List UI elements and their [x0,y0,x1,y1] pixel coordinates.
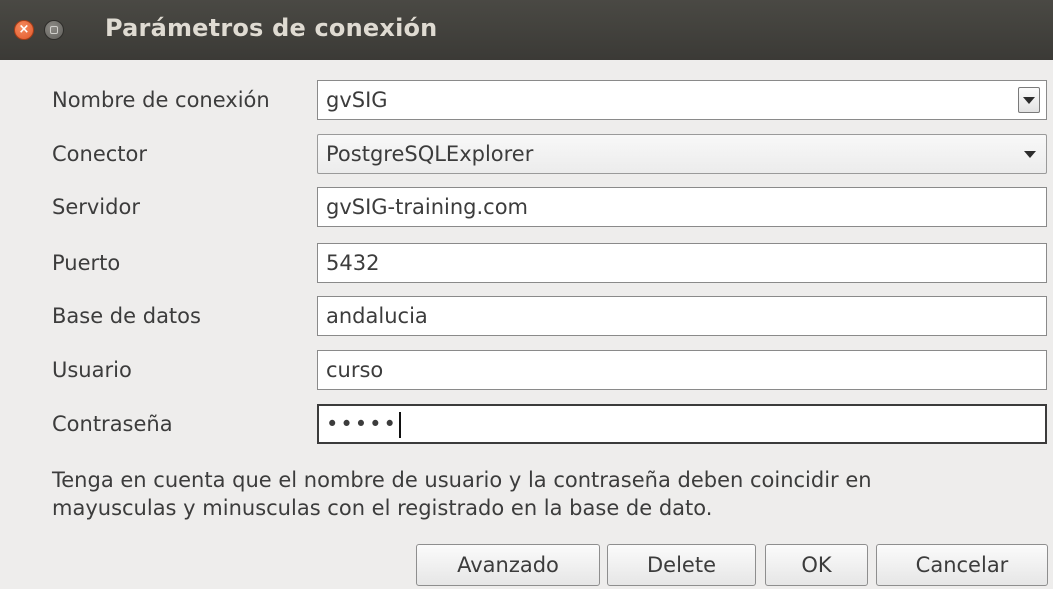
ok-button[interactable]: OK [765,544,868,586]
connection-dialog: × Parámetros de conexión Nombre de conex… [0,0,1053,589]
database-label: Base de datos [52,304,201,328]
window-title: Parámetros de conexión [105,14,438,42]
server-label: Servidor [52,195,140,219]
chevron-down-icon [1023,97,1035,104]
server-field[interactable]: gvSIG-training.com [317,187,1047,227]
connection-name-combo[interactable]: gvSIG [317,80,1047,120]
title-bar: × Parámetros de conexión [0,0,1053,60]
connector-label: Conector [52,142,148,166]
delete-button[interactable]: Delete [607,544,756,586]
close-icon[interactable]: × [14,20,34,40]
port-field[interactable]: 5432 [317,243,1047,283]
text-caret [398,412,401,438]
case-sensitivity-note: Tenga en cuenta que el nombre de usuario… [52,466,1052,522]
database-field[interactable]: andalucia [317,296,1047,336]
password-label: Contraseña [52,412,173,436]
password-mask: ••••• [326,412,398,436]
note-line-2: mayusculas y minusculas con el registrad… [52,496,713,520]
port-label: Puerto [52,251,121,275]
connection-name-dropdown-button[interactable] [1018,87,1040,113]
connection-name-label: Nombre de conexión [52,88,270,112]
connection-name-value[interactable]: gvSIG [326,88,388,112]
user-label: Usuario [52,358,132,382]
minimize-icon[interactable] [44,20,64,40]
chevron-down-icon [1024,151,1036,158]
cancel-button[interactable]: Cancelar [876,544,1048,586]
advanced-button[interactable]: Avanzado [416,544,600,586]
connector-select[interactable]: PostgreSQLExplorer [317,134,1047,174]
password-field[interactable]: ••••• [317,404,1047,444]
user-field[interactable]: curso [317,350,1047,390]
connector-value: PostgreSQLExplorer [326,142,534,166]
note-line-1: Tenga en cuenta que el nombre de usuario… [52,468,872,492]
